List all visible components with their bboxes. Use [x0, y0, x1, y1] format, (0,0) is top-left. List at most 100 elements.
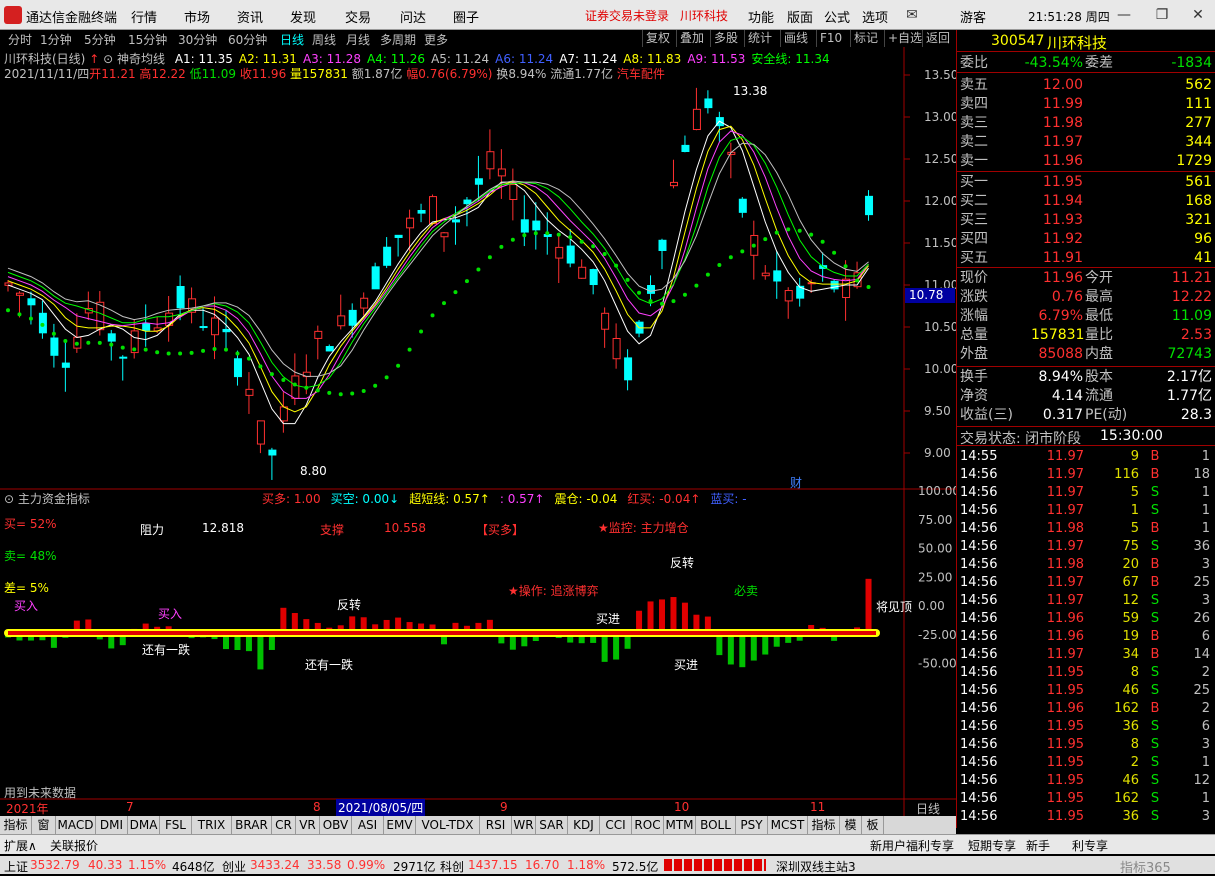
related-quote-tab[interactable]: 关联报价 — [50, 837, 98, 854]
ask-row: 卖四 11.99 111 — [957, 95, 1215, 114]
quote-label: 内盘 — [1085, 346, 1113, 362]
period-tab-active[interactable]: 日线 — [280, 31, 304, 48]
indicator-tab[interactable]: VOL-TDX — [416, 816, 480, 834]
indicator-tab[interactable]: SAR — [536, 816, 568, 834]
menu-options[interactable]: 选项 — [862, 7, 888, 26]
sh-pct: 1.15% — [128, 858, 167, 872]
menu-function[interactable]: 功能 — [748, 7, 774, 26]
chart-area[interactable]: 13.5013.0012.5012.0011.5011.0010.5010.00… — [0, 47, 956, 816]
weicha-label: 委差 — [1085, 55, 1113, 71]
tool-button[interactable]: +自选 — [884, 30, 925, 47]
indicator-tab[interactable]: TRIX — [192, 816, 232, 834]
menu-market[interactable]: 市场 — [184, 7, 210, 26]
period-tab[interactable]: 60分钟 — [228, 31, 267, 48]
tick-side: S — [1150, 791, 1160, 806]
period-tab[interactable]: 5分钟 — [84, 31, 116, 48]
tool-button[interactable]: 多股 — [710, 30, 741, 47]
maximize-icon[interactable]: ❐ — [1150, 4, 1174, 26]
indicator-tab[interactable]: VR — [296, 816, 320, 834]
bar-info: 2021/11/11/四开11.21 高12.22 低11.09 收11.96 … — [4, 65, 665, 82]
indicator-tab[interactable]: OBV — [320, 816, 352, 834]
indicator-tab[interactable]: CR — [272, 816, 296, 834]
period-tab[interactable]: 更多 — [424, 31, 448, 48]
tick-volume: 20 — [1122, 557, 1139, 572]
tool-button[interactable]: 返回 — [922, 30, 953, 47]
safety-line-dot — [63, 339, 68, 343]
indicator-tab[interactable]: MCST — [768, 816, 808, 834]
login-notice[interactable]: 证券交易未登录 — [585, 7, 669, 24]
safety-line-dot — [224, 347, 228, 352]
indicator-tab[interactable]: ROC — [632, 816, 664, 834]
period-tab[interactable]: 15分钟 — [128, 31, 167, 48]
menu-circle[interactable]: 圈子 — [453, 7, 479, 26]
indicator-tab[interactable]: FSL — [160, 816, 192, 834]
tick-volume: 5 — [1130, 485, 1139, 500]
low-label: 低 — [189, 67, 202, 81]
tick-row: 14:56 11.97 75 S 36 — [957, 538, 1215, 556]
user-label[interactable]: 游客 — [960, 7, 986, 26]
period-tab[interactable]: 30分钟 — [178, 31, 217, 48]
rebound-label: 反转 — [670, 556, 695, 570]
indicator-name[interactable]: 神奇均线 — [117, 52, 165, 66]
tool-button[interactable]: F10 — [816, 30, 845, 47]
tool-button[interactable]: 叠加 — [676, 30, 707, 47]
buyin-label: 买入 — [158, 607, 183, 621]
indicator-tab[interactable]: MACD — [56, 816, 96, 834]
indicator-tab[interactable]: BRAR — [232, 816, 272, 834]
menu-formula[interactable]: 公式 — [824, 7, 850, 26]
period-tab[interactable]: 月线 — [346, 31, 370, 48]
tool-button[interactable]: 统计 — [744, 30, 775, 47]
sub-indicator-name[interactable]: 主力资金指标 — [18, 492, 90, 506]
indicator-tab[interactable]: DMI — [96, 816, 128, 834]
buy-tag: 【买多】 — [476, 523, 525, 537]
safety-line-dot — [648, 299, 653, 304]
tool-button[interactable]: 复权 — [642, 30, 673, 47]
menu-quotes[interactable]: 行情 — [131, 7, 157, 26]
settings-icon[interactable]: ⊙ — [103, 52, 113, 66]
indicator-tab[interactable]: 板 — [862, 816, 884, 834]
quote-value: 8.94% — [1038, 369, 1083, 385]
fin-marker[interactable]: 财 — [790, 474, 802, 491]
indicator-tab[interactable]: WR — [512, 816, 536, 834]
indicator-tab[interactable]: DMA — [128, 816, 160, 834]
indicator-tab[interactable]: RSI — [480, 816, 512, 834]
quote-row: 现价 11.96 今开 11.21 — [957, 269, 1215, 288]
period-tab[interactable]: 分时 — [8, 31, 32, 48]
period-tab[interactable]: 多周期 — [380, 31, 416, 48]
expand-tab[interactable]: 扩展∧ — [4, 837, 37, 854]
menu-layout[interactable]: 版面 — [787, 7, 813, 26]
safety-line-dot — [832, 250, 837, 255]
menu-news[interactable]: 资讯 — [237, 7, 263, 26]
indicator-tab[interactable]: 模 — [840, 816, 862, 834]
indicator-tab[interactable]: BOLL — [696, 816, 736, 834]
tick-volume: 162 — [1114, 701, 1139, 716]
menu-ask[interactable]: 问达 — [400, 7, 426, 26]
indicator-tab[interactable]: EMV — [384, 816, 416, 834]
fall-label: 还有一跌 — [305, 658, 354, 672]
tool-button[interactable]: 画线 — [780, 30, 811, 47]
indicator-tab[interactable]: CCI — [600, 816, 632, 834]
divider — [957, 366, 1215, 367]
indicator-tab[interactable]: MTM — [664, 816, 696, 834]
minimize-icon[interactable]: — — [1112, 4, 1136, 26]
promo-tab[interactable]: 新手 — [1026, 837, 1050, 854]
indicator-tab[interactable]: PSY — [736, 816, 768, 834]
close-icon[interactable]: ✕ — [1186, 4, 1210, 26]
menu-trade[interactable]: 交易 — [345, 7, 371, 26]
promo-tab[interactable]: 新用户福利专享 — [870, 837, 954, 854]
indicator-tab[interactable]: KDJ — [568, 816, 600, 834]
menu-discover[interactable]: 发现 — [290, 7, 316, 26]
date-highlight: 2021/08/05/四 — [336, 799, 426, 816]
period-tab[interactable]: 1分钟 — [40, 31, 72, 48]
period-tab[interactable]: 周线 — [312, 31, 336, 48]
chart-title: 川环科技(日线) — [4, 52, 86, 66]
mail-icon[interactable]: ✉ — [900, 4, 924, 26]
tool-button[interactable]: 标记 — [850, 30, 881, 47]
indicator-tab[interactable]: 指标A — [0, 816, 32, 850]
settings-icon[interactable]: ⊙ — [4, 492, 14, 506]
indicator-tab[interactable]: ASI — [352, 816, 384, 834]
indicator-tab[interactable]: 指标B — [808, 816, 840, 850]
promo-tab[interactable]: 短期专享 — [968, 837, 1016, 854]
promo-tab[interactable]: 利专享 — [1072, 837, 1108, 854]
indicator-tab[interactable]: 窗口 — [32, 816, 56, 850]
